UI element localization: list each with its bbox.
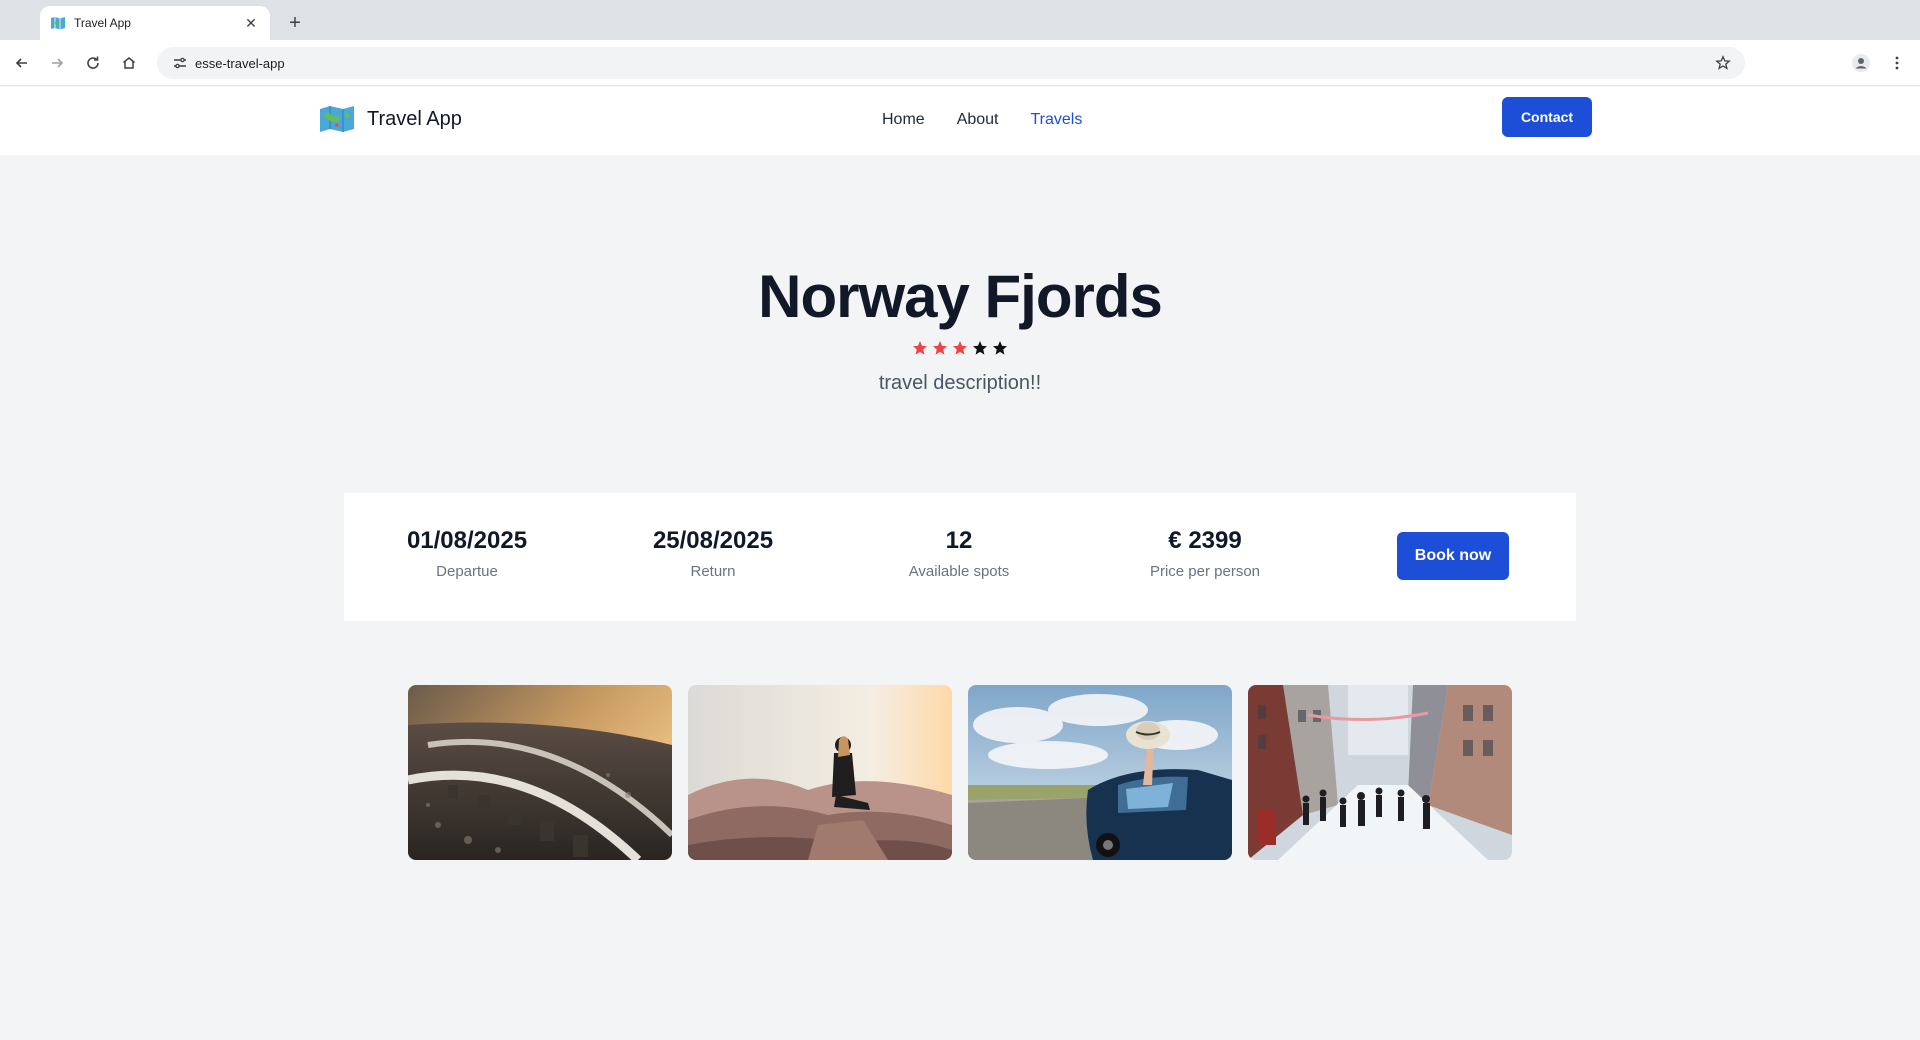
photo-gallery [408, 685, 1512, 860]
departure-label: Departue [436, 563, 498, 580]
price-info: € 2399 Price per person [1105, 527, 1305, 580]
price-value: € 2399 [1168, 527, 1242, 554]
star-filled-icon [933, 341, 947, 355]
star-outline-icon[interactable] [1713, 53, 1733, 73]
star-filled-icon [913, 341, 927, 355]
address-bar[interactable]: esse-travel-app [157, 47, 1745, 79]
star-empty-icon [993, 341, 1007, 355]
contact-button[interactable]: Contact [1502, 97, 1592, 137]
home-icon[interactable] [116, 50, 142, 76]
travel-title: Norway Fjords [758, 263, 1163, 330]
star-empty-icon [973, 341, 987, 355]
browser-tab-strip: Travel App ✕ + [0, 0, 1920, 40]
car-hat-photo[interactable] [968, 685, 1232, 860]
spots-label: Available spots [908, 563, 1010, 580]
arrow-left-icon[interactable] [9, 50, 35, 76]
browser-tab[interactable]: Travel App ✕ [40, 6, 270, 40]
nav-home[interactable]: Home [882, 111, 925, 129]
site-header: Travel App Home About Travels Contact [0, 87, 1920, 155]
brand-link[interactable]: Travel App [319, 104, 462, 134]
main-nav: Home About Travels [882, 111, 1082, 129]
nav-travels[interactable]: Travels [1031, 111, 1083, 129]
travel-info-card: 01/08/2025 Departue 25/08/2025 Return 12… [344, 493, 1576, 621]
close-icon[interactable]: ✕ [242, 14, 260, 32]
railway-track-photo[interactable] [408, 685, 672, 860]
address-url: esse-travel-app [195, 55, 285, 71]
departure-date: 01/08/2025 [406, 527, 528, 554]
tab-title: Travel App [74, 16, 131, 30]
snowy-street-photo[interactable] [1248, 685, 1512, 860]
browser-toolbar: esse-travel-app [0, 40, 1920, 86]
return-label: Return [690, 563, 736, 580]
return-date: 25/08/2025 [652, 527, 774, 554]
mountain-hiker-photo[interactable] [688, 685, 952, 860]
return-info: 25/08/2025 Return [613, 527, 813, 580]
nav-about[interactable]: About [957, 111, 999, 129]
account-icon[interactable] [1848, 50, 1874, 76]
reload-icon[interactable] [80, 50, 106, 76]
tune-icon[interactable] [165, 47, 195, 79]
kebab-menu-icon[interactable] [1884, 50, 1910, 76]
plus-icon[interactable]: + [282, 10, 308, 36]
available-spots: 12 [945, 527, 973, 554]
star-rating [0, 340, 1920, 356]
star-filled-icon [953, 341, 967, 355]
book-now-button[interactable]: Book now [1397, 532, 1509, 580]
travel-description: travel description!! [878, 372, 1042, 394]
brand-name: Travel App [367, 107, 462, 130]
departure-info: 01/08/2025 Departue [367, 527, 567, 580]
map-icon [50, 15, 66, 31]
spots-info: 12 Available spots [859, 527, 1059, 580]
price-label: Price per person [1149, 563, 1261, 580]
arrow-right-icon[interactable] [44, 50, 70, 76]
map-icon [319, 104, 355, 134]
